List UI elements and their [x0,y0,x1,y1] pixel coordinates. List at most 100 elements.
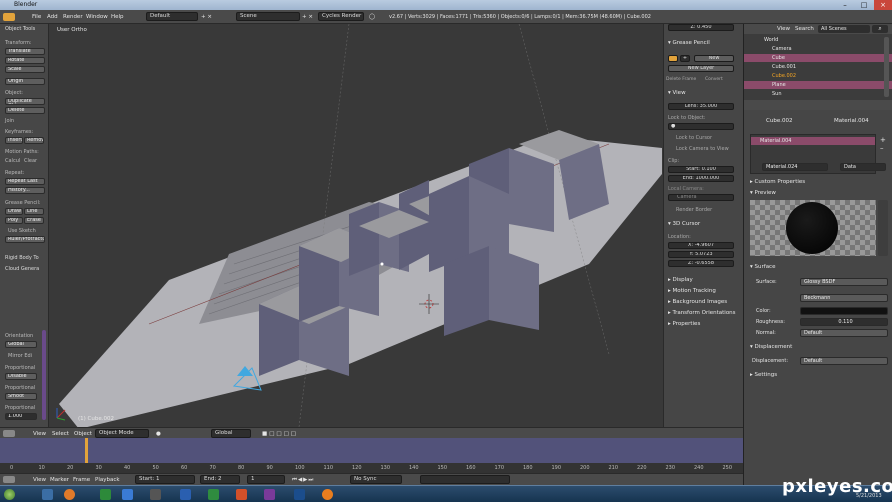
3d-menu-view[interactable]: View [33,430,46,438]
add-slot-icon[interactable]: + [880,136,886,144]
mode-select[interactable]: Object Mode [95,429,149,438]
outliner-item-plane[interactable]: Plane [772,82,786,88]
delete-button[interactable]: Delete [5,107,45,114]
lens-field[interactable]: Lens: 35.000 [668,103,734,110]
outliner-search-icon[interactable]: ⌕ [872,25,888,33]
menu-add[interactable]: Add [47,13,58,21]
outliner-item-world[interactable]: World [764,37,778,43]
timeline[interactable]: 0 10 20 30 40 50 60 70 80 90 100 110 120 130 140 150 160… [0,438,743,473]
word-doc-icon[interactable] [180,489,191,500]
pencil-icon[interactable] [668,55,678,62]
end-frame-field[interactable]: End: 2 [200,475,240,484]
displacement-panel[interactable]: ▾ Displacement [750,344,792,350]
color-swatch[interactable] [800,307,888,315]
orientation-select[interactable]: Global [5,341,37,348]
scene-select[interactable]: Scene [236,12,300,21]
grease-pencil-panel[interactable]: ▾ Grease Pencil [668,40,710,46]
motion-tracking-panel[interactable]: ▸ Motion Tracking [668,288,716,294]
convert-button[interactable]: Convert [705,77,723,82]
surface-select[interactable]: Glossy BSDF [800,278,888,286]
playback-controls[interactable]: ⏮◀▶⏭ [292,476,314,484]
tool-shelf-scrollbar[interactable] [42,330,46,420]
outliner-scenes-select[interactable]: All Scenes [818,25,870,33]
ruler-button[interactable]: Ruler/Protractor [5,236,45,243]
clip-start-field[interactable]: Start: 0.100 [668,166,734,173]
current-frame-marker[interactable] [85,438,88,463]
delete-frame-button[interactable]: Delete Frame [666,77,696,82]
add-screen-icon[interactable]: + × [201,13,212,21]
outliner-scrollbar[interactable] [884,37,889,97]
duplicate-button[interactable]: Duplicate Objec [5,98,45,105]
proportional-disable-select[interactable]: Disable [5,373,37,380]
new-layer-button[interactable]: New Layer [668,65,734,72]
preview-type-buttons[interactable] [878,200,888,256]
sync-select[interactable]: No Sync [350,475,402,484]
roughness-field[interactable]: 0.110 [800,318,888,326]
origin-button[interactable]: Origin [5,78,45,85]
cursor-z-field[interactable]: Z: -0.6558 [668,260,734,267]
3d-viewport[interactable]: User Ortho (1) Cube.002 [49,24,663,427]
blender-taskbar-icon[interactable] [322,489,333,500]
outliner-row-plane[interactable] [744,81,892,89]
onenote-icon[interactable] [264,489,275,500]
transform-orientation-select[interactable]: Global [211,429,251,438]
3d-menu-select[interactable]: Select [52,430,69,438]
powerpoint-icon[interactable] [236,489,247,500]
tool-icon[interactable] [150,489,161,500]
material-link-select[interactable]: Data [840,163,886,171]
viewport-shading-icon[interactable]: ● [156,430,161,438]
rotate-button[interactable]: Rotate [5,57,45,64]
start-frame-field[interactable]: Start: 1 [135,475,195,484]
editor-type-icon[interactable] [3,430,15,437]
grease-poly-button[interactable]: Poly [5,217,23,224]
settings-panel[interactable]: ▸ Settings [750,372,777,378]
custom-properties-panel[interactable]: ▸ Custom Properties [750,179,805,185]
insert-keyframe-button[interactable]: Insert [5,137,23,144]
rigid-body-panel[interactable]: Rigid Body To [5,255,39,261]
lock-camera-checkbox[interactable]: Lock Camera to View [676,146,729,152]
normal-select[interactable]: Default [800,329,888,337]
add-scene-icon[interactable]: + × [302,13,313,21]
render-engine-select[interactable]: Cycles Render [318,12,364,21]
local-camera-field[interactable]: Camera [668,194,734,201]
history-button[interactable]: History... [5,187,45,194]
cloud-generator-panel[interactable]: Cloud Genera [5,266,39,272]
menu-file[interactable]: File [32,13,41,21]
close-icon[interactable]: × [874,0,892,10]
timeline-menu-view[interactable]: View [33,476,46,484]
current-frame-field[interactable]: 1 [247,475,285,484]
background-images-panel[interactable]: ▸ Background Images [668,299,727,305]
editor-type-icon[interactable] [3,13,15,21]
properties-tabs[interactable] [744,100,892,110]
material-name-field[interactable]: Material.024 [762,163,828,171]
display-panel[interactable]: ▸ Display [668,277,693,283]
outliner-item-cube002[interactable]: Cube.002 [772,73,796,79]
outliner-item-camera[interactable]: Camera [772,46,792,52]
repeat-last-button[interactable]: Repeat Last [5,178,45,185]
app-icon[interactable] [100,489,111,500]
minimize-icon[interactable]: – [836,0,854,10]
3d-cursor-panel[interactable]: ▾ 3D Cursor [668,221,700,227]
layer-buttons[interactable]: ■□□□□ [262,430,298,438]
editor-type-icon[interactable] [3,476,15,483]
proportional-falloff-select[interactable]: Smoot [5,393,37,400]
transform-orientations-panel[interactable]: ▸ Transform Orientations [668,310,736,316]
translate-button[interactable]: Translate [5,48,45,55]
cursor-x-field[interactable]: X: -4.9607 [668,242,734,249]
keying-set-field[interactable] [420,475,510,484]
clip-end-field[interactable]: End: 1000.000 [668,175,734,182]
menu-render[interactable]: Render [63,13,83,21]
grease-draw-button[interactable]: Draw [5,208,23,215]
timeline-menu-marker[interactable]: Marker [50,476,69,484]
excel-icon[interactable] [208,489,219,500]
outliner-row-cube[interactable] [744,54,892,62]
new-grease-button[interactable]: New [694,55,734,62]
view-panel[interactable]: ▾ View [668,90,686,96]
outliner-view-menu[interactable]: View [777,26,790,32]
displacement-select[interactable]: Default [800,357,888,365]
add-icon[interactable]: + [680,55,690,62]
cursor-y-field[interactable]: Y: 5.0723 [668,251,734,258]
calculate-paths-button[interactable]: Calcul [5,158,20,164]
firefox-icon[interactable] [64,489,75,500]
lock-to-cursor-checkbox[interactable]: Lock to Cursor [676,135,712,141]
